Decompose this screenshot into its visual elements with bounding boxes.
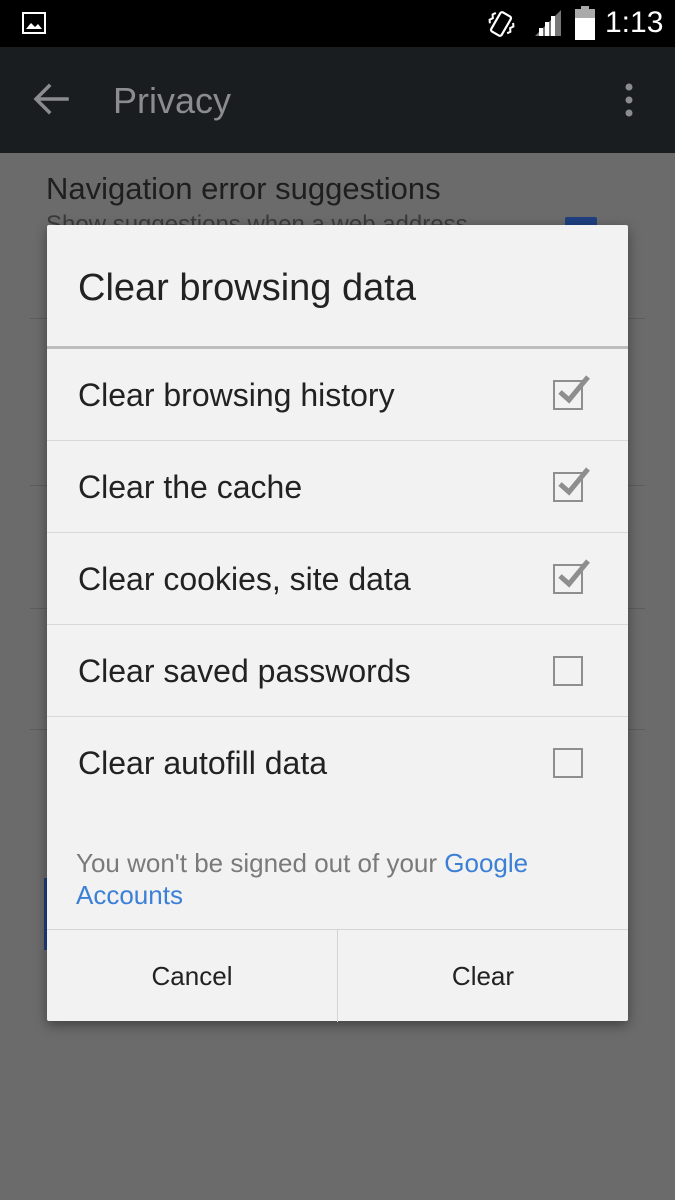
option-checkbox[interactable] — [553, 656, 583, 686]
option-label: Clear browsing history — [78, 377, 395, 413]
gallery-icon — [22, 12, 46, 34]
option-clear-passwords[interactable]: Clear saved passwords — [47, 625, 628, 717]
app-bar: Privacy — [0, 47, 675, 153]
option-checkbox[interactable] — [553, 748, 583, 778]
clear-browsing-data-dialog: Clear browsing data Clear browsing histo… — [47, 225, 628, 1022]
battery-icon — [575, 6, 595, 40]
check-icon — [558, 375, 590, 404]
vibrate-icon — [488, 11, 515, 37]
option-clear-cookies[interactable]: Clear cookies, site data — [47, 533, 628, 625]
option-label: Clear the cache — [78, 469, 303, 505]
option-checkbox[interactable] — [553, 375, 590, 410]
pref-subtitle: Show suggestions when a web address — [46, 211, 468, 225]
note-text: You won't be signed out of your — [76, 848, 445, 878]
clock: 1:13 — [605, 6, 664, 39]
signal-icon — [535, 10, 561, 36]
page-title: Privacy — [113, 80, 232, 121]
pref-title: Navigation error suggestions — [46, 171, 441, 206]
cancel-button[interactable]: Cancel — [47, 930, 337, 1022]
signed-in-note: You won't be signed out of your Google A… — [76, 847, 576, 911]
dialog-buttons: Cancel Clear — [47, 929, 628, 1022]
arrow-back-icon[interactable] — [33, 83, 69, 115]
option-label: Clear saved passwords — [78, 653, 411, 689]
option-label: Clear autofill data — [78, 745, 328, 781]
check-icon — [558, 559, 590, 588]
option-clear-cache[interactable]: Clear the cache — [47, 441, 628, 533]
option-clear-history[interactable]: Clear browsing history — [47, 349, 628, 441]
option-label: Clear cookies, site data — [78, 561, 411, 597]
dialog-title: Clear browsing data — [78, 267, 416, 309]
option-checkbox[interactable] — [553, 467, 590, 502]
clear-button[interactable]: Clear — [338, 930, 628, 1022]
more-vert-icon[interactable] — [624, 83, 634, 117]
check-icon — [558, 467, 590, 496]
option-clear-autofill[interactable]: Clear autofill data — [47, 717, 628, 809]
option-checkbox[interactable] — [553, 559, 590, 594]
status-bar: 1:13 — [0, 0, 675, 47]
